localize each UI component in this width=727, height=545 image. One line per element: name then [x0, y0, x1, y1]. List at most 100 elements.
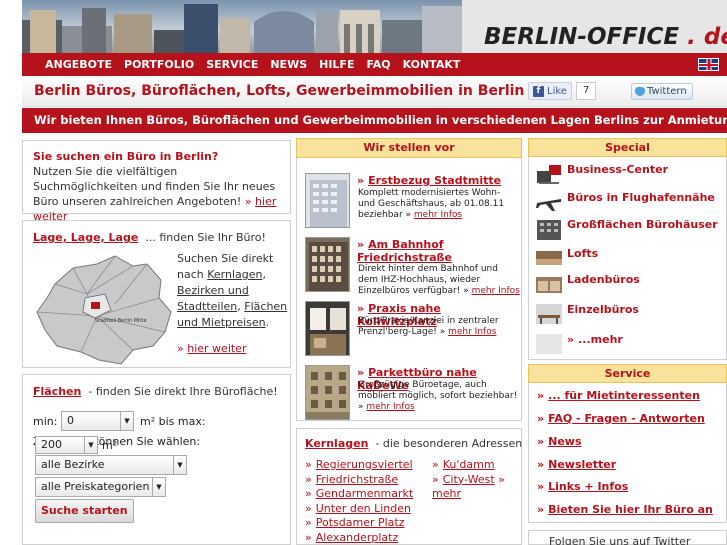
- offers-heading: Wir stellen vor: [296, 138, 522, 158]
- kernlage-link[interactable]: Unter den Linden: [316, 502, 411, 515]
- special-item[interactable]: Ladenbüros: [535, 273, 725, 297]
- list-item[interactable]: » Potsdamer Platz: [305, 516, 413, 531]
- uk-flag-icon[interactable]: [698, 58, 719, 71]
- nav-hilfe[interactable]: HILFE: [319, 58, 354, 71]
- price-select[interactable]: alle Preiskategorien ▼: [35, 477, 166, 497]
- special-label[interactable]: » ...mehr: [567, 333, 623, 346]
- kernlage-link[interactable]: Ku'damm: [443, 458, 495, 471]
- special-label[interactable]: Ladenbüros: [567, 273, 640, 286]
- logo-tld: . de: [687, 24, 727, 50]
- offer-title[interactable]: » Am Bahnhof Friedrichstraße: [357, 238, 519, 264]
- lage-heading[interactable]: Lage, Lage, Lage: [33, 231, 138, 244]
- service-link[interactable]: Bieten Sie hier Ihr Büro an: [548, 503, 713, 516]
- special-label[interactable]: Großflächen Bürohäuser: [567, 218, 718, 231]
- kernlagen-subheading: - die besonderen Adressen: [375, 437, 523, 450]
- list-item[interactable]: » Unter den Linden: [305, 502, 413, 517]
- offer-more-link[interactable]: mehr Infos: [366, 402, 414, 412]
- list-item[interactable]: » Friedrichstraße: [305, 473, 413, 488]
- business-center-icon: [537, 165, 561, 184]
- special-item[interactable]: » ...mehr: [535, 333, 725, 357]
- service-item[interactable]: »... für Mietinteressenten: [537, 389, 700, 402]
- kernlage-link[interactable]: Regierungsviertel: [316, 458, 413, 471]
- list-item[interactable]: » Alexanderplatz: [305, 531, 413, 545]
- facebook-icon: f: [533, 85, 544, 97]
- offer-photo[interactable]: [305, 301, 350, 356]
- special-label[interactable]: Lofts: [567, 247, 598, 260]
- flaechen-heading[interactable]: Flächen: [33, 385, 81, 398]
- offer-title-text[interactable]: Erstbezug Stadtmitte: [368, 174, 501, 187]
- special-heading: Special: [528, 138, 727, 157]
- service-link[interactable]: Links + Infos: [548, 480, 628, 493]
- nav-kontakt[interactable]: KONTAKT: [403, 58, 461, 71]
- service-link[interactable]: ... für Mietinteressenten: [548, 389, 700, 402]
- offer-photo[interactable]: [305, 365, 350, 420]
- lage-text: Suchen Sie direkt nach Kernlagen, Bezirk…: [177, 252, 288, 329]
- district-select[interactable]: alle Bezirke ▼: [35, 455, 187, 475]
- nav-service[interactable]: SERVICE: [206, 58, 258, 71]
- kernlage-link[interactable]: Gendarmenmarkt: [316, 487, 413, 500]
- offer-more-link[interactable]: mehr Infos: [472, 286, 520, 296]
- berlin-map[interactable]: Stadtteil Berlin Mitte: [35, 254, 175, 369]
- link-flaechen[interactable]: Flächen: [244, 300, 287, 313]
- service-item[interactable]: » Newsletter: [537, 458, 616, 471]
- twitter-follow[interactable]: Folgen Sie uns auf Twitter: [528, 530, 727, 545]
- special-item[interactable]: Business-Center: [535, 163, 725, 187]
- kernlage-link[interactable]: Friedrichstraße: [316, 473, 398, 486]
- offer-more-link[interactable]: mehr Infos: [448, 327, 496, 337]
- special-item[interactable]: Einzelbüros: [535, 303, 725, 327]
- service-link[interactable]: FAQ - Fragen - Antworten: [548, 412, 705, 425]
- list-item[interactable]: » Regierungsviertel: [305, 458, 413, 473]
- nav-angebote[interactable]: ANGEBOTE: [45, 58, 112, 71]
- list-item[interactable]: » Gendarmenmarkt: [305, 487, 413, 502]
- offer-photo[interactable]: [305, 173, 350, 228]
- nav-portfolio[interactable]: PORTFOLIO: [124, 58, 194, 71]
- flaechen-header: Flächen - finden Sie direkt Ihre Büroflä…: [33, 385, 280, 398]
- offer-item[interactable]: » Parkettbüro nahe KaDeWe Großzügige Büro…: [305, 362, 519, 422]
- special-label[interactable]: Einzelbüros: [567, 303, 639, 316]
- facebook-like-button[interactable]: f Like: [528, 82, 572, 100]
- lage-more-link[interactable]: hier weiter: [187, 342, 246, 355]
- search-submit-button[interactable]: Suche starten: [35, 499, 134, 523]
- special-item[interactable]: Büros in Flughafennähe: [535, 191, 725, 215]
- offer-item[interactable]: » Am Bahnhof Friedrichstraße Direkt hinte…: [305, 234, 520, 296]
- kernlagen-more-link[interactable]: mehr: [432, 487, 461, 500]
- special-item[interactable]: Lofts: [535, 247, 725, 271]
- special-label[interactable]: Büros in Flughafennähe: [567, 191, 715, 204]
- service-link[interactable]: Newsletter: [548, 458, 616, 471]
- list-item[interactable]: mehr: [432, 487, 509, 502]
- twitter-button[interactable]: Twittern: [631, 83, 693, 100]
- service-item[interactable]: » News: [537, 435, 582, 448]
- offer-title[interactable]: » Erstbezug Stadtmitte: [357, 174, 519, 187]
- kernlage-link[interactable]: City-West: [443, 473, 495, 486]
- nav-faq[interactable]: FAQ: [366, 58, 390, 71]
- service-item[interactable]: » Bieten Sie hier Ihr Büro an: [537, 503, 713, 516]
- chevron-down-icon: ▼: [173, 456, 186, 474]
- kernlage-link[interactable]: Alexanderplatz: [316, 531, 399, 544]
- offer-title-text[interactable]: Am Bahnhof Friedrichstraße: [357, 238, 452, 264]
- special-item[interactable]: Großflächen Bürohäuser: [535, 218, 725, 242]
- service-link[interactable]: News: [548, 435, 581, 448]
- site-logo[interactable]: BERLIN-OFFICE . de: [484, 24, 727, 50]
- offer-item[interactable]: » Praxis nahe Kollwitzplatz Büro/Praxis/K…: [305, 298, 519, 358]
- special-label[interactable]: Business-Center: [567, 163, 668, 176]
- min-area-select[interactable]: 0 ▼: [61, 411, 134, 431]
- service-item[interactable]: » FAQ - Fragen - Antworten: [537, 412, 705, 425]
- nav-news[interactable]: NEWS: [270, 58, 307, 71]
- max-area-select[interactable]: 200 ▼: [35, 436, 98, 454]
- service-item[interactable]: » Links + Infos: [537, 480, 628, 493]
- office-building-icon: [537, 220, 561, 240]
- kernlage-link[interactable]: Potsdamer Platz: [316, 516, 405, 529]
- link-kernlagen[interactable]: Kernlagen: [207, 268, 262, 281]
- arrow-prefix: »: [244, 195, 252, 208]
- special-more-text[interactable]: ...mehr: [578, 333, 623, 346]
- facebook-like[interactable]: f Like 7: [528, 82, 597, 100]
- offer-item[interactable]: » Erstbezug Stadtmitte Komplett modernisi…: [305, 170, 519, 230]
- link-mietpreise[interactable]: und Mietpreisen: [177, 316, 266, 329]
- list-item[interactable]: » Ku'damm: [432, 458, 509, 473]
- kernlagen-heading[interactable]: Kernlagen: [305, 437, 368, 450]
- offer-more-link[interactable]: mehr Infos: [414, 210, 462, 220]
- link-bezirke[interactable]: Bezirken und Stadtteilen: [177, 284, 249, 313]
- offer-photo[interactable]: [305, 237, 350, 292]
- list-item[interactable]: » City-West »: [432, 473, 509, 488]
- header-banner[interactable]: BERLIN-OFFICE . de: [22, 0, 727, 53]
